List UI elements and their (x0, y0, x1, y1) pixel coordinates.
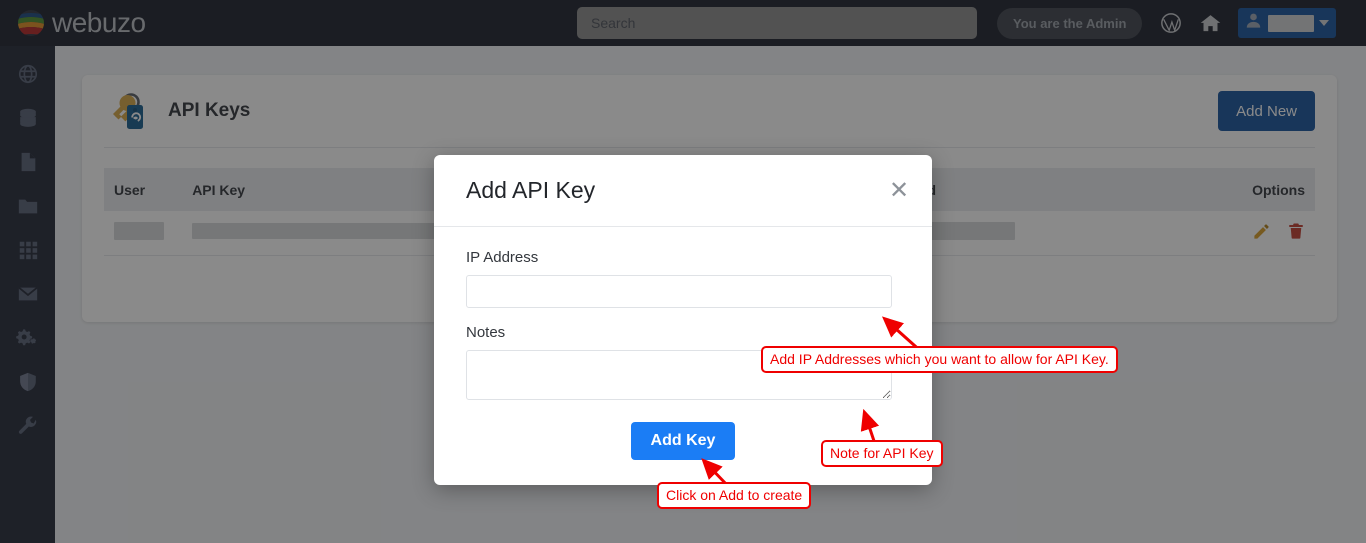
add-key-button[interactable]: Add Key (630, 422, 736, 460)
ip-address-input[interactable] (466, 275, 892, 308)
anno-add-key: Click on Add to create (657, 482, 812, 509)
close-icon[interactable]: ✕ (884, 176, 914, 206)
modal-header: Add API Key ✕ (434, 155, 932, 227)
modal-title: Add API Key (466, 177, 596, 203)
notes-label: Notes (466, 324, 506, 341)
anno-ip-address: Add IP Addresses which you want to allow… (761, 346, 1118, 373)
app-root: webuzo You are the Admin (0, 0, 1366, 543)
anno-notes: Note for API Key (821, 440, 943, 467)
ip-address-label: IP Address (466, 249, 539, 266)
